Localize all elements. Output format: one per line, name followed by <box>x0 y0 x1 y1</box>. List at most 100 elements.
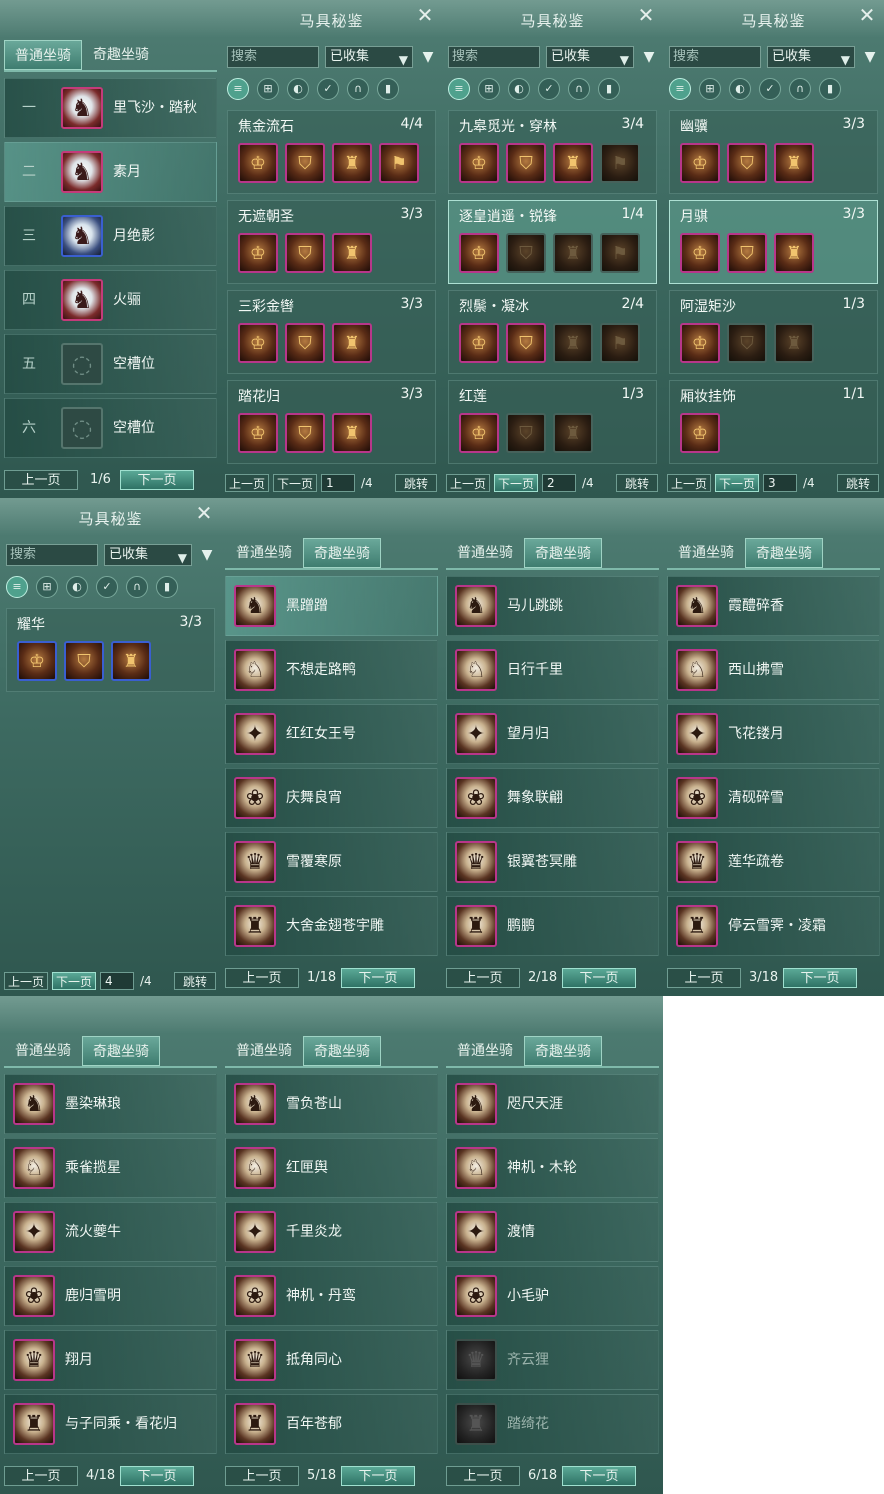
stable-slot[interactable]: 五 ◌ 空槽位 <box>4 334 217 394</box>
saddle-piece-icon[interactable]: ⛉ <box>285 233 325 273</box>
search-input[interactable]: 搜索 <box>669 46 761 68</box>
mount-row[interactable]: ♜ 踏绮花 <box>446 1394 659 1454</box>
saddle-piece-icon[interactable]: ⛉ <box>285 413 325 453</box>
saddle-piece-icon[interactable]: ⛉ <box>727 323 767 363</box>
mount-row[interactable]: ❀ 神机・丹鸾 <box>225 1266 438 1326</box>
stirrup-icon[interactable]: ∩ <box>126 576 148 598</box>
saddle-piece-icon[interactable]: ♔ <box>238 323 278 363</box>
page-number-input[interactable]: 2 <box>542 474 576 492</box>
stable-slot[interactable]: 四 ♞ 火骊 <box>4 270 217 330</box>
next-page-button[interactable]: 下一页 <box>120 1466 194 1486</box>
tab-fun-mounts[interactable]: 奇趣坐骑 <box>524 538 602 568</box>
saddle-piece-icon[interactable]: ♜ <box>332 233 372 273</box>
jump-button[interactable]: 跳转 <box>616 474 658 492</box>
next-page-button[interactable]: 下一页 <box>52 972 96 990</box>
list-icon[interactable]: ≡ <box>669 78 691 100</box>
tab-normal-mounts[interactable]: 普通坐骑 <box>446 538 524 568</box>
mount-row[interactable]: ♛ 雪覆寒原 <box>225 832 438 892</box>
tab-fun-mounts[interactable]: 奇趣坐骑 <box>524 1036 602 1066</box>
next-page-button[interactable]: 下一页 <box>341 968 415 988</box>
collected-filter-select[interactable]: 已收集 ▼ <box>767 46 855 68</box>
prev-page-button[interactable]: 上一页 <box>4 470 78 490</box>
mount-row[interactable]: ❀ 庆舞良宵 <box>225 768 438 828</box>
mount-row[interactable]: ♞ 黑蹭蹭 <box>225 576 438 636</box>
saddle-piece-icon[interactable]: ♜ <box>774 233 814 273</box>
mount-row[interactable]: ✦ 流火夔牛 <box>4 1202 217 1262</box>
prev-page-button[interactable]: 上一页 <box>667 968 741 988</box>
mount-row[interactable]: ♜ 百年苍郁 <box>225 1394 438 1454</box>
saddle-piece-icon[interactable]: ⛉ <box>64 641 104 681</box>
stirrup-icon[interactable]: ∩ <box>568 78 590 100</box>
armor-icon[interactable]: ▮ <box>819 78 841 100</box>
tab-normal-mounts[interactable]: 普通坐骑 <box>225 1036 303 1066</box>
mount-row[interactable]: ✦ 红红女王号 <box>225 704 438 764</box>
tab-normal-mounts[interactable]: 普通坐骑 <box>4 40 82 70</box>
search-input[interactable]: 搜索 <box>227 46 319 68</box>
prev-page-button[interactable]: 上一页 <box>667 474 711 492</box>
saddle-set-card[interactable]: 焦金流石 4/4 ♔ ⛉ ♜ ⚑ <box>227 110 436 194</box>
saddle-piece-icon[interactable]: ⛉ <box>506 413 546 453</box>
saddle-piece-icon[interactable]: ♜ <box>553 143 593 183</box>
mount-row[interactable]: ♘ 西山拂雪 <box>667 640 880 700</box>
tab-normal-mounts[interactable]: 普通坐骑 <box>667 538 745 568</box>
close-icon[interactable]: ✕ <box>414 4 436 26</box>
saddle-piece-icon[interactable]: ⛉ <box>727 143 767 183</box>
saddle-piece-icon[interactable]: ⚑ <box>600 233 640 273</box>
saddle-piece-icon[interactable]: ⛉ <box>506 323 546 363</box>
saddle-set-card[interactable]: 红莲 1/3 ♔ ⛉ ♜ <box>448 380 657 464</box>
saddle-piece-icon[interactable]: ♔ <box>459 323 499 363</box>
tab-fun-mounts[interactable]: 奇趣坐骑 <box>303 538 381 568</box>
prev-page-button[interactable]: 上一页 <box>446 1466 520 1486</box>
saddle-piece-icon[interactable]: ♜ <box>774 143 814 183</box>
mount-row[interactable]: ♜ 大舍金翅苍宇雕 <box>225 896 438 956</box>
mount-row[interactable]: ♜ 鹏鹏 <box>446 896 659 956</box>
saddle-icon[interactable]: ◐ <box>508 78 530 100</box>
saddle-piece-icon[interactable]: ♔ <box>459 143 499 183</box>
saddle-piece-icon[interactable]: ♔ <box>238 413 278 453</box>
saddle-piece-icon[interactable]: ♜ <box>553 413 593 453</box>
jump-button[interactable]: 跳转 <box>837 474 879 492</box>
filter-icon[interactable]: ▼ <box>198 544 216 566</box>
saddle-piece-icon[interactable]: ♜ <box>553 323 593 363</box>
next-page-button[interactable]: 下一页 <box>715 474 759 492</box>
mount-row[interactable]: ❀ 舞象联翩 <box>446 768 659 828</box>
bridle-icon[interactable]: ✓ <box>317 78 339 100</box>
mount-row[interactable]: ♛ 抵角同心 <box>225 1330 438 1390</box>
saddle-set-card[interactable]: 幽骥 3/3 ♔ ⛉ ♜ <box>669 110 878 194</box>
mount-row[interactable]: ♞ 马儿跳跳 <box>446 576 659 636</box>
prev-page-button[interactable]: 上一页 <box>225 474 269 492</box>
next-page-button[interactable]: 下一页 <box>562 1466 636 1486</box>
prev-page-button[interactable]: 上一页 <box>4 1466 78 1486</box>
mount-row[interactable]: ♘ 红匣舆 <box>225 1138 438 1198</box>
mount-row[interactable]: ♛ 翔月 <box>4 1330 217 1390</box>
saddle-piece-icon[interactable]: ⚑ <box>600 143 640 183</box>
bridle-icon[interactable]: ✓ <box>96 576 118 598</box>
saddle-piece-icon[interactable]: ♜ <box>553 233 593 273</box>
filter-icon[interactable]: ▼ <box>419 46 437 68</box>
saddle-icon[interactable]: ◐ <box>729 78 751 100</box>
tab-fun-mounts[interactable]: 奇趣坐骑 <box>82 1036 160 1066</box>
prev-page-button[interactable]: 上一页 <box>4 972 48 990</box>
close-icon[interactable]: ✕ <box>856 4 878 26</box>
mount-row[interactable]: ♛ 银翼苍冥雕 <box>446 832 659 892</box>
next-page-button[interactable]: 下一页 <box>494 474 538 492</box>
saddle-piece-icon[interactable]: ♔ <box>17 641 57 681</box>
saddle-set-card[interactable]: 月骐 3/3 ♔ ⛉ ♜ <box>669 200 878 284</box>
saddle-piece-icon[interactable]: ♔ <box>680 323 720 363</box>
armor-icon[interactable]: ▮ <box>377 78 399 100</box>
saddle-piece-icon[interactable]: ♔ <box>238 143 278 183</box>
saddle-piece-icon[interactable]: ⛉ <box>727 233 767 273</box>
saddle-piece-icon[interactable]: ⚑ <box>600 323 640 363</box>
saddle-piece-icon[interactable]: ♜ <box>332 413 372 453</box>
mount-row[interactable]: ♘ 神机・木轮 <box>446 1138 659 1198</box>
grid-icon[interactable]: ⊞ <box>257 78 279 100</box>
tab-fun-mounts[interactable]: 奇趣坐骑 <box>82 40 160 70</box>
saddle-piece-icon[interactable]: ♔ <box>680 413 720 453</box>
next-page-button[interactable]: 下一页 <box>783 968 857 988</box>
prev-page-button[interactable]: 上一页 <box>225 968 299 988</box>
saddle-set-card[interactable]: 耀华 3/3 ♔ ⛉ ♜ <box>6 608 215 692</box>
mount-row[interactable]: ♛ 莲华疏卷 <box>667 832 880 892</box>
saddle-set-card[interactable]: 厢妆挂饰 1/1 ♔ <box>669 380 878 464</box>
armor-icon[interactable]: ▮ <box>156 576 178 598</box>
list-icon[interactable]: ≡ <box>227 78 249 100</box>
